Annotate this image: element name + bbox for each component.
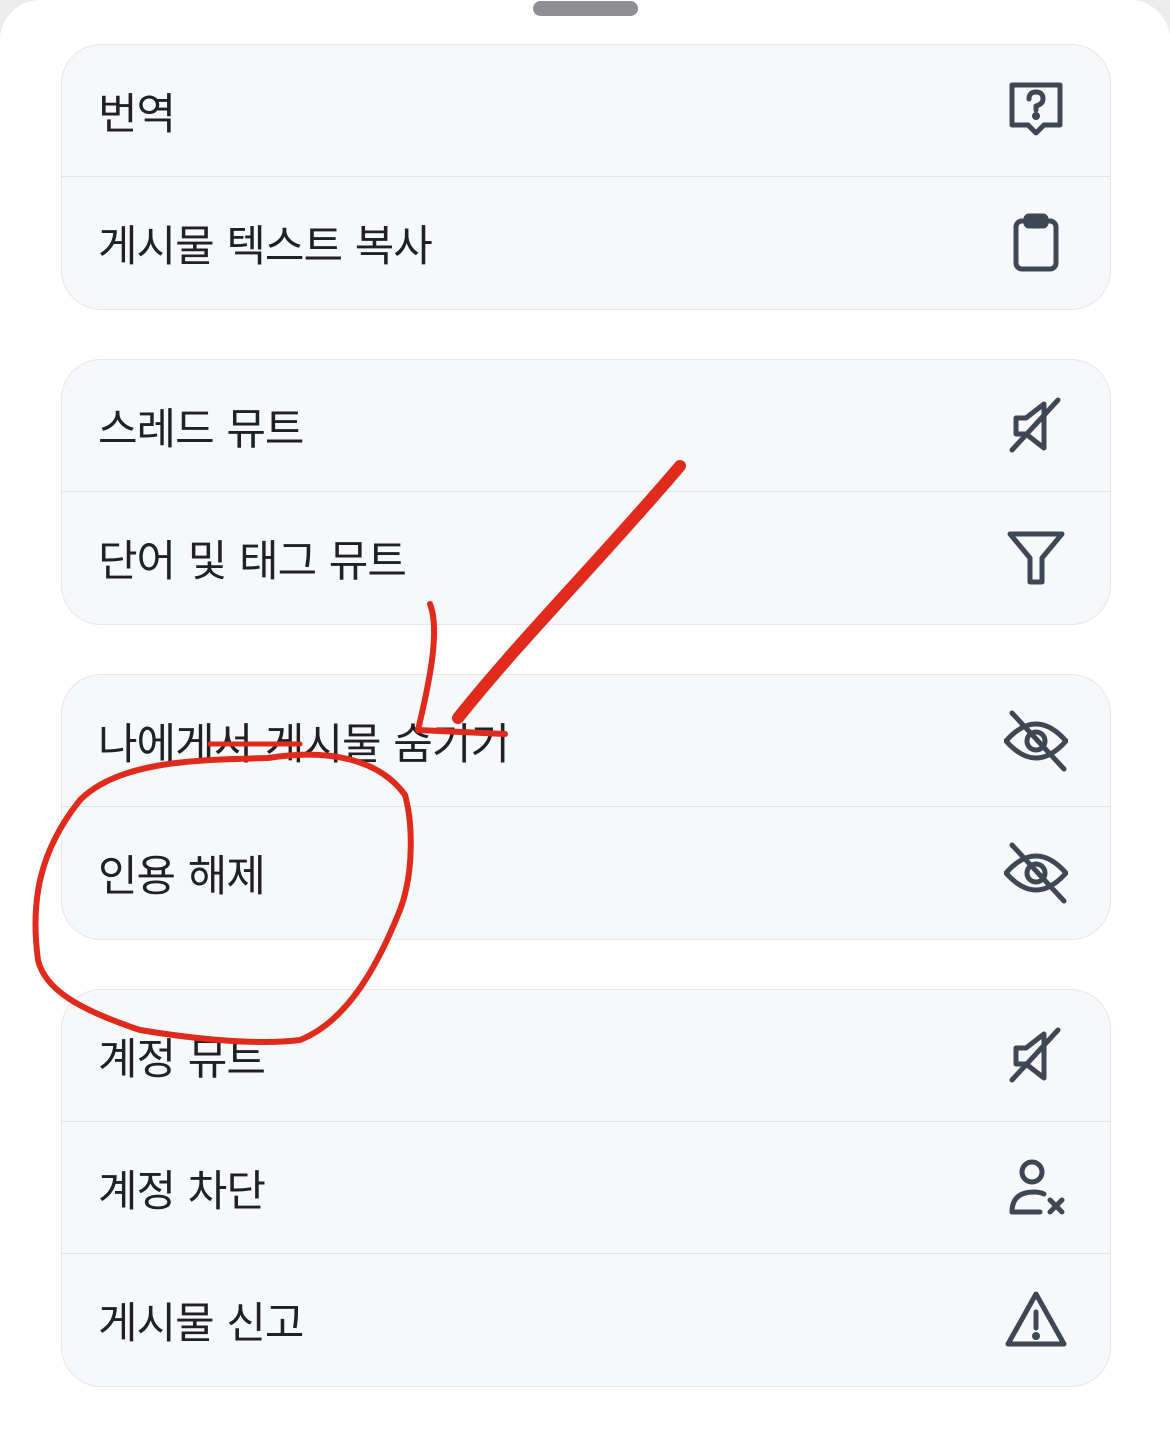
menu-item-copy-text[interactable]: 게시물 텍스트 복사 — [62, 177, 1110, 309]
menu-item-label: 번역 — [98, 89, 176, 140]
menu-item-label: 게시물 텍스트 복사 — [98, 222, 433, 272]
bottom-sheet: 번역 게시물 텍스트 복사 스레드 뮤트 단어 및 태그 뮤트 나에게서 게시물… — [0, 0, 1170, 1443]
menu-item-label: 게시물 신고 — [98, 1299, 304, 1349]
menu-item-block-account[interactable]: 계정 차단 — [62, 1122, 1110, 1254]
translate-question-icon — [1004, 79, 1068, 143]
menu-item-label: 나에게서 게시물 숨기기 — [98, 719, 510, 770]
menu-item-hide-post[interactable]: 나에게서 게시물 숨기기 — [62, 675, 1110, 807]
eye-off-icon — [1004, 709, 1068, 773]
menu-group-hide: 나에게서 게시물 숨기기 인용 해제 — [61, 674, 1111, 940]
menu-item-label: 계정 뮤트 — [98, 1034, 266, 1085]
menu-item-label: 인용 해제 — [98, 852, 266, 902]
menu-item-label: 계정 차단 — [98, 1166, 266, 1217]
menu-item-label: 스레드 뮤트 — [98, 404, 304, 455]
menu-group-account: 계정 뮤트 계정 차단 게시물 신고 — [61, 989, 1111, 1387]
menu-group-post-actions: 번역 게시물 텍스트 복사 — [61, 44, 1111, 310]
eye-off-icon — [1004, 841, 1068, 905]
clipboard-icon — [1004, 211, 1068, 275]
mute-speaker-icon — [1004, 394, 1068, 458]
menu-item-mute-account[interactable]: 계정 뮤트 — [62, 990, 1110, 1122]
sheet-drag-handle[interactable] — [533, 1, 638, 16]
menu-item-remove-quote[interactable]: 인용 해제 — [62, 807, 1110, 939]
menu-item-report-post[interactable]: 게시물 신고 — [62, 1254, 1110, 1386]
menu-item-label: 단어 및 태그 뮤트 — [98, 537, 407, 587]
filter-icon — [1004, 526, 1068, 590]
mute-speaker-icon — [1004, 1024, 1068, 1088]
menu-item-mute-thread[interactable]: 스레드 뮤트 — [62, 360, 1110, 492]
user-block-icon — [1004, 1156, 1068, 1220]
warning-icon — [1004, 1288, 1068, 1352]
menu-item-translate[interactable]: 번역 — [62, 45, 1110, 177]
menu-group-mute: 스레드 뮤트 단어 및 태그 뮤트 — [61, 359, 1111, 625]
menu-item-mute-words[interactable]: 단어 및 태그 뮤트 — [62, 492, 1110, 624]
